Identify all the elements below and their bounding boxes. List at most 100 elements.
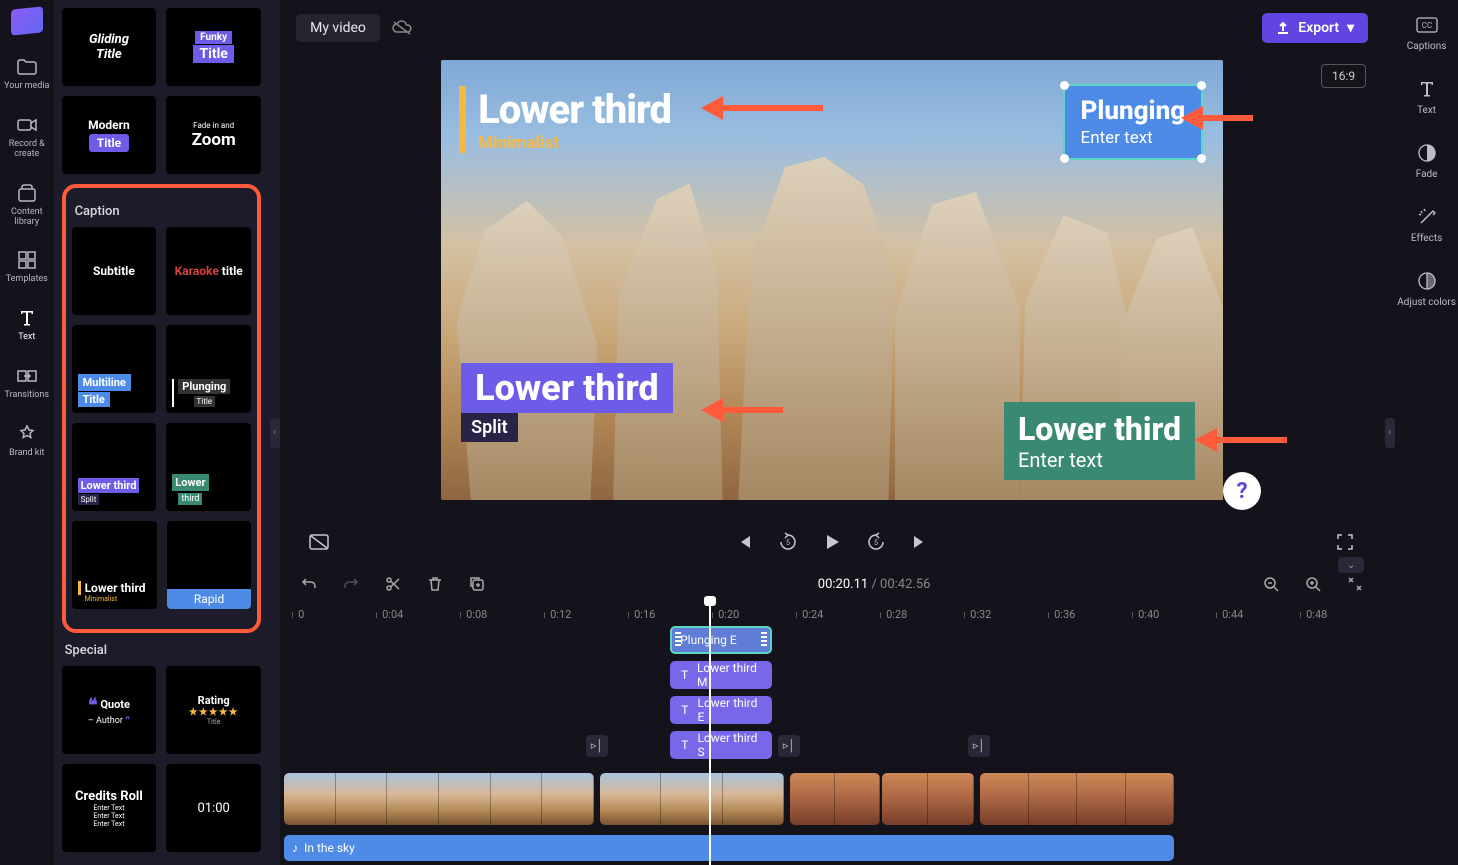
tile-countdown[interactable]: 01:00 bbox=[166, 764, 261, 852]
nav-brand-kit[interactable]: Brand kit bbox=[9, 423, 44, 459]
nav-record-create[interactable]: Record & create bbox=[0, 114, 54, 160]
far-right-nav: CC Captions Text Fade Effects Adjust col… bbox=[1395, 0, 1458, 865]
top-bar: My video Export ▾ bbox=[280, 0, 1384, 56]
nav-transitions[interactable]: Transitions bbox=[5, 365, 50, 401]
library-icon bbox=[16, 182, 38, 204]
text-clip-lower-third-e[interactable]: TLower third E bbox=[670, 696, 772, 724]
right-effects[interactable]: Effects bbox=[1411, 206, 1442, 244]
safe-zone-toggle[interactable] bbox=[308, 531, 330, 553]
skip-forward-icon[interactable] bbox=[909, 531, 931, 553]
tile-lower-third-green[interactable]: Lowerthird bbox=[166, 423, 251, 511]
tile-credits-roll[interactable]: Credits Roll Enter Text Enter Text Enter… bbox=[62, 764, 157, 852]
audio-clip[interactable]: ♪ In the sky bbox=[284, 835, 1174, 861]
text-icon: T bbox=[678, 668, 691, 682]
app-logo bbox=[11, 6, 43, 35]
tile-lower-third-minimalist[interactable]: Lower third Minimalist bbox=[72, 521, 157, 609]
playhead[interactable] bbox=[709, 602, 711, 865]
tile-karaoke[interactable]: Karaoke title bbox=[166, 227, 251, 315]
play-button[interactable] bbox=[821, 531, 843, 553]
video-preview[interactable]: Lower third Minimalist Plunging Enter te… bbox=[441, 60, 1223, 500]
special-section-title: Special bbox=[65, 643, 261, 658]
redo-button[interactable] bbox=[340, 573, 362, 595]
text-preset-panel: Gliding Title Funky Title Modern Title F… bbox=[54, 0, 269, 865]
right-fade[interactable]: Fade bbox=[1416, 142, 1438, 180]
aspect-ratio-selector[interactable]: 16:9 bbox=[1321, 64, 1366, 88]
audio-track: ♪ In the sky bbox=[292, 835, 1384, 865]
tile-multiline[interactable]: Multiline Title bbox=[72, 325, 157, 413]
right-text[interactable]: Text bbox=[1416, 78, 1438, 116]
far-left-nav: Your media Record & create Content libra… bbox=[0, 0, 54, 865]
video-clip[interactable] bbox=[980, 773, 1174, 825]
fade-icon bbox=[1416, 142, 1438, 164]
effects-icon bbox=[1416, 206, 1438, 228]
transition-badge[interactable]: ▹│ bbox=[586, 735, 608, 757]
tile-quote[interactable]: ❝ Quote – Author ❞ bbox=[62, 666, 157, 754]
skip-back-icon[interactable] bbox=[733, 531, 755, 553]
text-icon: T bbox=[678, 738, 691, 752]
transition-badge[interactable]: ▹│ bbox=[778, 735, 800, 757]
overlay-lower-third-green[interactable]: Lower third Enter text bbox=[1004, 402, 1195, 480]
tile-gliding-title[interactable]: Gliding Title bbox=[62, 8, 157, 86]
overlay-lower-third-minimalist[interactable]: Lower third Minimalist bbox=[459, 86, 671, 153]
duplicate-button[interactable] bbox=[466, 573, 488, 595]
chevron-left-icon: ‹ bbox=[1385, 418, 1395, 448]
panel-collapse-left[interactable]: ‹ bbox=[269, 0, 280, 865]
text-clip-lower-third-m[interactable]: TLower third M bbox=[670, 661, 772, 689]
tile-fade-zoom[interactable]: Fade in and Zoom bbox=[166, 96, 261, 174]
fullscreen-icon[interactable] bbox=[1334, 531, 1356, 553]
undo-button[interactable] bbox=[298, 573, 320, 595]
tile-plunging[interactable]: Plunging Title bbox=[166, 325, 251, 413]
resize-handle[interactable] bbox=[1197, 154, 1206, 163]
text-icon bbox=[16, 307, 38, 329]
export-button[interactable]: Export ▾ bbox=[1262, 13, 1368, 43]
timeline: 00:20.11 / 00:42.56 0 0:04 0:08 0:12 0:1… bbox=[280, 565, 1384, 865]
annotation-arrow bbox=[701, 96, 823, 120]
tile-lower-third-split[interactable]: Lower third Split bbox=[72, 423, 157, 511]
adjust-icon bbox=[1416, 270, 1438, 292]
transition-icon: ▹│ bbox=[973, 739, 985, 752]
delete-button[interactable] bbox=[424, 573, 446, 595]
zoom-out-button[interactable] bbox=[1260, 573, 1282, 595]
nav-templates[interactable]: Templates bbox=[6, 249, 48, 285]
video-clip[interactable] bbox=[284, 773, 594, 825]
annotation-arrow bbox=[1195, 428, 1287, 452]
panel-collapse-right[interactable]: ‹ bbox=[1384, 0, 1395, 865]
transition-badge[interactable]: ▹│ bbox=[968, 735, 990, 757]
timeline-ruler[interactable]: 0 0:04 0:08 0:12 0:16 0:20 0:24 0:28 0:3… bbox=[280, 604, 1384, 626]
zoom-fit-button[interactable] bbox=[1344, 573, 1366, 595]
chevron-down-icon: ⌄ bbox=[1347, 560, 1355, 571]
video-clip[interactable] bbox=[600, 773, 784, 825]
video-clip[interactable] bbox=[790, 773, 880, 825]
project-title[interactable]: My video bbox=[296, 14, 380, 42]
help-button[interactable]: ? bbox=[1223, 472, 1261, 510]
text-clip-lower-third-s[interactable]: TLower third S bbox=[670, 731, 772, 759]
tile-rapid[interactable]: Rapid bbox=[167, 521, 251, 609]
tile-subtitle[interactable]: Subtitle bbox=[72, 227, 157, 315]
transition-icon: ▹│ bbox=[783, 739, 795, 752]
tile-funky-title[interactable]: Funky Title bbox=[166, 8, 261, 86]
overlay-lower-third-split[interactable]: Lower third Split bbox=[461, 363, 673, 442]
tile-modern-title[interactable]: Modern Title bbox=[62, 96, 157, 174]
cc-icon: CC bbox=[1416, 14, 1438, 36]
zoom-in-button[interactable] bbox=[1302, 573, 1324, 595]
forward-icon[interactable]: 5 bbox=[865, 531, 887, 553]
timeline-timestamp: 00:20.11 / 00:42.56 bbox=[818, 577, 931, 592]
video-clip[interactable] bbox=[882, 773, 974, 825]
resize-handle[interactable] bbox=[1060, 81, 1069, 90]
star-rating-icon: ★★★★★ bbox=[189, 707, 239, 718]
nav-your-media[interactable]: Your media bbox=[4, 56, 49, 92]
nav-text[interactable]: Text bbox=[16, 307, 38, 343]
chevron-left-icon: ‹ bbox=[270, 418, 280, 448]
tile-rating[interactable]: Rating ★★★★★ Title bbox=[166, 666, 261, 754]
split-button[interactable] bbox=[382, 573, 404, 595]
resize-handle[interactable] bbox=[1060, 154, 1069, 163]
right-captions[interactable]: CC Captions bbox=[1407, 14, 1447, 52]
right-adjust-colors[interactable]: Adjust colors bbox=[1397, 270, 1456, 308]
timeline-collapse[interactable]: ⌄ bbox=[1338, 557, 1364, 573]
rewind-icon[interactable]: 5 bbox=[777, 531, 799, 553]
annotation-arrow bbox=[701, 398, 783, 422]
resize-handle[interactable] bbox=[1197, 81, 1206, 90]
timeline-tracks[interactable]: Plunging E TLower third M TLower third E… bbox=[280, 626, 1384, 865]
text-clip-plunging[interactable]: Plunging E bbox=[670, 626, 772, 654]
nav-content-library[interactable]: Content library bbox=[0, 182, 54, 228]
